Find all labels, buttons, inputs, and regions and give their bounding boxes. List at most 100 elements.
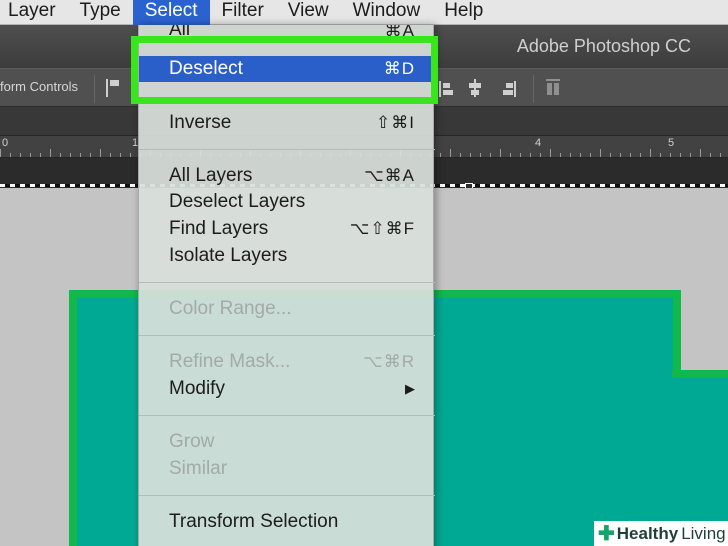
ruler-tick bbox=[120, 153, 121, 157]
options-divider bbox=[533, 75, 534, 103]
ruler-tick bbox=[0, 149, 1, 157]
menu-view[interactable]: View bbox=[276, 0, 341, 25]
menu-item-refine-mask: Refine Mask... ⌥⌘R bbox=[139, 349, 435, 375]
menu-item-label: All Layers bbox=[169, 165, 253, 186]
menu-select[interactable]: Select bbox=[132, 0, 210, 25]
menu-item-label: Color Range... bbox=[169, 298, 292, 319]
ruler-label: 0 bbox=[2, 137, 9, 149]
ruler-tick bbox=[710, 153, 711, 157]
menu-help[interactable]: Help bbox=[432, 0, 495, 25]
ruler-tick bbox=[660, 153, 661, 157]
menu-item-shortcut: ⌥⇧⌘F bbox=[349, 219, 415, 238]
healthy-living-cross-icon: ✚ bbox=[598, 523, 615, 545]
ruler-tick bbox=[130, 153, 131, 157]
menu-item-label: Isolate Layers bbox=[169, 245, 288, 266]
ruler-tick bbox=[540, 153, 541, 157]
ruler-tick bbox=[520, 153, 521, 157]
menu-item-modify[interactable]: Modify ▶ bbox=[139, 376, 435, 402]
watermark-text-bold: Healthy bbox=[616, 523, 679, 543]
menu-divider bbox=[139, 149, 435, 150]
menu-window[interactable]: Window bbox=[341, 0, 433, 25]
ruler-tick bbox=[50, 149, 51, 157]
ruler-tick bbox=[650, 149, 651, 157]
ruler-tick bbox=[80, 153, 81, 157]
menu-item-transform-selection[interactable]: Transform Selection bbox=[139, 509, 435, 535]
ruler-tick bbox=[500, 149, 501, 157]
menu-item-all-layers[interactable]: All Layers ⌥⌘A bbox=[139, 163, 435, 189]
ruler-tick bbox=[110, 153, 111, 157]
menu-item-find-layers[interactable]: Find Layers ⌥⇧⌘F bbox=[139, 216, 435, 242]
ruler-tick bbox=[560, 153, 561, 157]
menu-item-label: Transform Selection bbox=[169, 511, 339, 532]
align-horizontal-centers-icon[interactable] bbox=[466, 77, 484, 99]
menu-type[interactable]: Type bbox=[68, 0, 133, 25]
ruler-label: 4 bbox=[535, 137, 542, 149]
watermark-text-regular: Living bbox=[681, 523, 726, 543]
ruler-tick bbox=[480, 153, 481, 157]
submenu-arrow-icon: ▶ bbox=[405, 381, 415, 396]
menu-item-label: Modify bbox=[169, 378, 225, 399]
menu-layer[interactable]: Layer bbox=[0, 0, 68, 25]
menu-item-grow: Grow bbox=[139, 429, 435, 455]
align-top-edges-icon[interactable] bbox=[104, 77, 122, 99]
align-right-icon[interactable] bbox=[500, 77, 518, 99]
transform-controls-label[interactable]: form Controls bbox=[0, 79, 78, 94]
menu-item-label: Deselect Layers bbox=[169, 191, 306, 212]
menu-divider bbox=[139, 415, 435, 416]
ruler-tick bbox=[600, 149, 601, 157]
ruler-tick bbox=[20, 153, 21, 157]
ruler-tick bbox=[470, 153, 471, 157]
ruler-tick bbox=[100, 149, 101, 157]
ruler-tick bbox=[670, 153, 671, 157]
ruler-tick bbox=[620, 153, 621, 157]
ruler-tick bbox=[690, 153, 691, 157]
ruler-tick bbox=[70, 153, 71, 157]
menu-item-shortcut: ⇧⌘I bbox=[376, 113, 415, 132]
ruler-tick bbox=[720, 153, 721, 157]
menu-item-label: Refine Mask... bbox=[169, 351, 291, 372]
menu-divider bbox=[139, 335, 435, 336]
ruler-tick bbox=[550, 149, 551, 157]
ruler-tick bbox=[30, 153, 31, 157]
ruler-tick bbox=[610, 153, 611, 157]
ruler-tick bbox=[530, 153, 531, 157]
ruler-tick bbox=[590, 153, 591, 157]
menu-item-shortcut: ⌥⌘A bbox=[364, 166, 415, 185]
ruler-tick bbox=[580, 153, 581, 157]
options-divider bbox=[94, 75, 95, 103]
menu-filter[interactable]: Filter bbox=[210, 0, 276, 25]
teal-shape-step bbox=[672, 370, 728, 546]
ruler-label: 5 bbox=[668, 137, 675, 149]
menu-item-label: Similar bbox=[169, 458, 228, 479]
menu-divider bbox=[139, 495, 435, 496]
ruler-tick bbox=[570, 153, 571, 157]
menu-item-label: Inverse bbox=[169, 112, 232, 133]
healthy-living-watermark: ✚ Healthy Living bbox=[594, 521, 728, 546]
ruler-tick bbox=[10, 153, 11, 157]
ruler-tick bbox=[450, 149, 451, 157]
menu-item-color-range: Color Range... bbox=[139, 296, 435, 322]
ruler-tick bbox=[640, 153, 641, 157]
distribute-icon[interactable] bbox=[544, 77, 562, 99]
menu-item-shortcut: ⌥⌘R bbox=[363, 352, 415, 371]
ruler-tick bbox=[630, 153, 631, 157]
menu-item-similar: Similar bbox=[139, 456, 435, 482]
ruler-tick bbox=[60, 153, 61, 157]
menu-item-inverse[interactable]: Inverse ⇧⌘I bbox=[139, 110, 435, 136]
ruler-tick bbox=[490, 153, 491, 157]
ruler-tick bbox=[40, 153, 41, 157]
ruler-tick bbox=[700, 149, 701, 157]
ruler-tick bbox=[440, 153, 441, 157]
align-left-icon[interactable] bbox=[437, 77, 455, 99]
menu-item-label: Find Layers bbox=[169, 218, 269, 239]
menu-item-label: Grow bbox=[169, 431, 215, 452]
highlight-callout-frame bbox=[131, 36, 438, 104]
ruler-tick bbox=[90, 153, 91, 157]
menu-divider bbox=[139, 282, 435, 283]
ruler-tick bbox=[680, 153, 681, 157]
menu-bar: Layer Type Select Filter View Window Hel… bbox=[0, 0, 728, 25]
ruler-tick bbox=[510, 153, 511, 157]
menu-item-isolate-layers[interactable]: Isolate Layers bbox=[139, 243, 435, 269]
menu-item-deselect-layers[interactable]: Deselect Layers bbox=[139, 189, 435, 215]
ruler-tick bbox=[460, 153, 461, 157]
